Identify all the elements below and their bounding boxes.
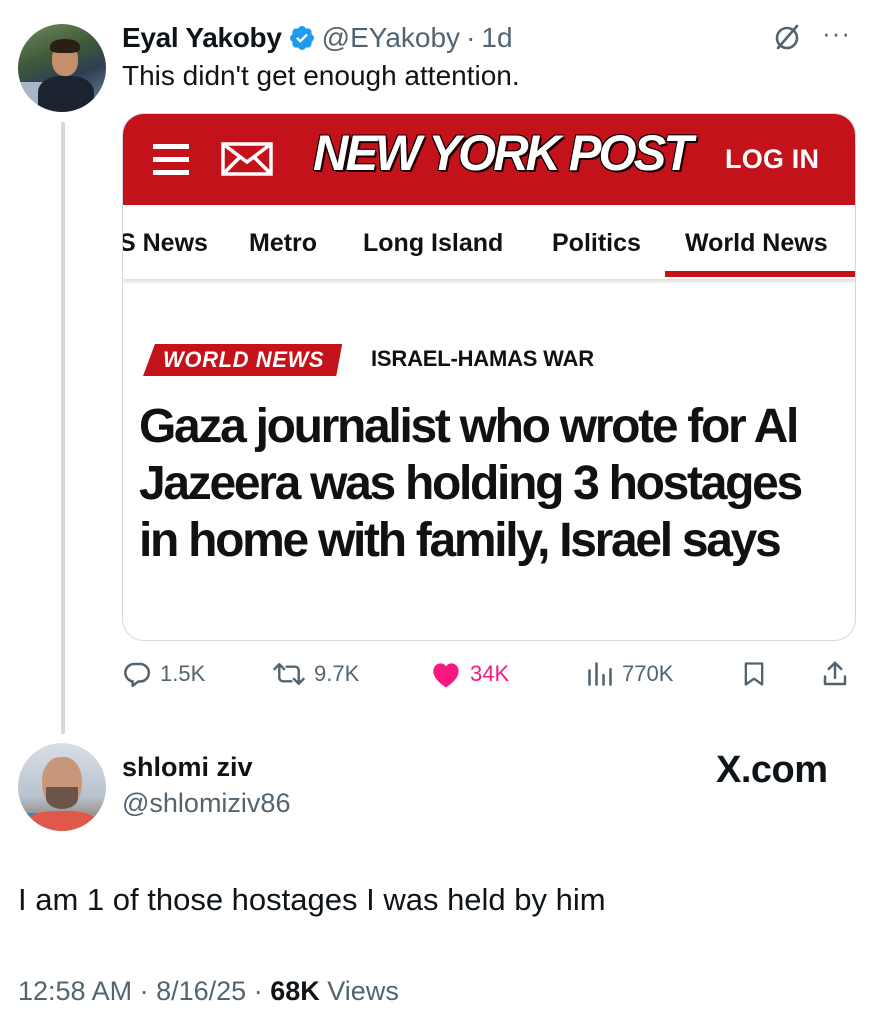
share-icon xyxy=(823,661,847,686)
nyp-header-bar: NEW YORK POST LOG IN xyxy=(123,114,855,205)
avatar-body xyxy=(38,76,94,112)
like-count: 34K xyxy=(470,661,510,686)
author-handle[interactable]: @EYakoby xyxy=(322,22,460,54)
reply-author-handle[interactable]: @shlomiziv86 xyxy=(122,788,290,819)
nyp-nav: S News Metro Long Island Politics World … xyxy=(122,205,855,279)
share-button[interactable] xyxy=(820,652,850,696)
meta-separator: · xyxy=(253,976,263,1006)
nav-item-politics: Politics xyxy=(552,229,641,257)
link-preview-card[interactable]: NEW YORK POST LOG IN S News Metro Long I… xyxy=(122,113,856,641)
views-button[interactable]: 770K xyxy=(586,652,673,696)
repost-icon xyxy=(273,663,305,685)
reply-time[interactable]: 12:58 AM xyxy=(18,976,132,1006)
bookmark-icon xyxy=(744,662,764,686)
article-headline: Gaza journalist who wrote for Al Jazeera… xyxy=(139,400,803,567)
nav-item-world-news: World News xyxy=(685,229,828,257)
tweet-actions: 1.5K 9.7K 34K 770K xyxy=(122,652,856,696)
repost-count: 9.7K xyxy=(314,661,360,686)
article-kicker: ISRAEL-HAMAS WAR xyxy=(371,346,594,371)
bookmark-button[interactable] xyxy=(740,652,768,696)
views-icon xyxy=(588,662,612,686)
verified-badge-icon xyxy=(289,26,314,50)
separator-dot: · xyxy=(466,22,476,53)
like-button[interactable]: 34K xyxy=(430,652,509,696)
mail-icon xyxy=(221,142,273,176)
nav-item-long-island: Long Island xyxy=(363,229,504,257)
reply-count: 1.5K xyxy=(160,661,206,686)
reply-metadata: 12:58 AM · 8/16/25 · 68K Views xyxy=(18,976,399,1007)
avatar-beard xyxy=(46,787,78,809)
reply-button[interactable]: 1.5K xyxy=(122,652,205,696)
reply-views-count: 68K xyxy=(270,976,320,1006)
avatar-shirt xyxy=(26,811,98,831)
xcom-watermark: X.com xyxy=(716,749,828,791)
nav-active-underline xyxy=(665,271,855,277)
nav-item-us-news: S News xyxy=(122,229,208,257)
reply-views-label: Views xyxy=(327,976,399,1006)
section-badge-label: WORLD NEWS xyxy=(163,347,325,372)
avatar-hair xyxy=(50,39,80,53)
reply-date[interactable]: 8/16/25 xyxy=(156,976,246,1006)
reply-icon xyxy=(124,662,151,688)
tweet-age[interactable]: 1d xyxy=(481,22,512,54)
author-avatar[interactable] xyxy=(18,24,106,112)
views-count: 770K xyxy=(622,661,674,686)
grok-icon[interactable] xyxy=(772,22,802,52)
reply-text: I am 1 of those hostages I was held by h… xyxy=(18,882,606,917)
tweet-text: This didn't get enough attention. xyxy=(122,60,520,91)
nyp-logo: NEW YORK POST xyxy=(313,125,693,181)
nav-item-metro: Metro xyxy=(249,229,318,257)
meta-separator: · xyxy=(139,976,149,1006)
reply-author-avatar[interactable] xyxy=(18,743,106,831)
thread-line xyxy=(61,122,65,734)
heart-icon xyxy=(433,663,459,688)
hamburger-icon xyxy=(153,142,189,178)
login-link: LOG IN xyxy=(725,144,820,174)
more-icon[interactable]: ··· xyxy=(822,20,854,52)
author-name[interactable]: Eyal Yakoby xyxy=(122,22,282,54)
reply-author-name[interactable]: shlomi ziv xyxy=(122,752,253,783)
repost-button[interactable]: 9.7K xyxy=(272,652,359,696)
tweet-header: Eyal Yakoby @EYakoby · 1d xyxy=(122,20,513,56)
section-badge: WORLD NEWS xyxy=(143,344,343,376)
